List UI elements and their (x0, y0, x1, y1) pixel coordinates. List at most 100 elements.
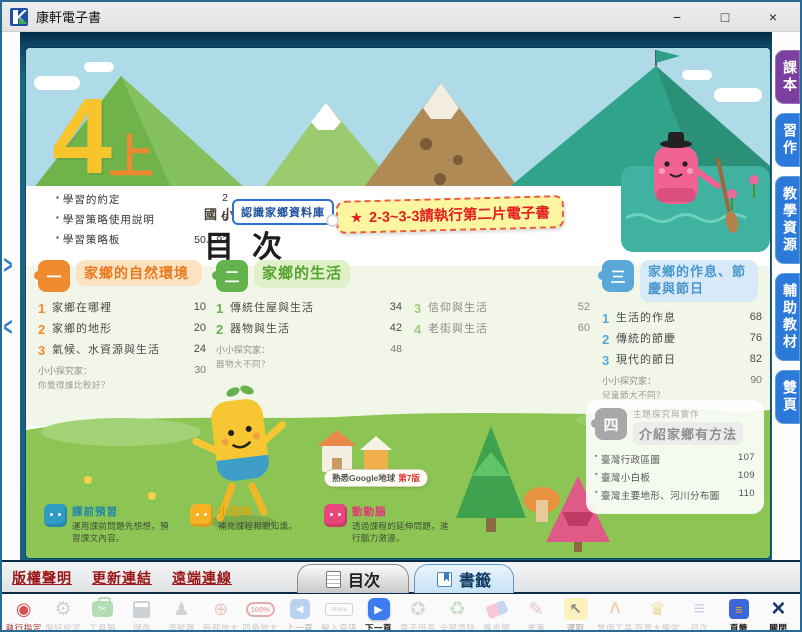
page-area: 4上 國小社會 第三冊 目次 ▪ 學習的約定 2 ▪ 學習策略使用說明 6 (20, 32, 772, 560)
footer-tab-toc[interactable]: 目次 (297, 564, 409, 593)
title-bar: 康軒電子書 − □ × (2, 2, 800, 32)
trash-icon: ♻ (449, 597, 466, 621)
explorer-entry[interactable]: 小小探究家：90 兒童節大不同？ (602, 374, 762, 401)
toolbar-brush[interactable]: ✎畫筆 (516, 595, 555, 632)
update-link[interactable]: 更新連結 (92, 568, 152, 588)
toc-entry[interactable]: 1生活的作息68 (602, 311, 762, 326)
toolbar-common-tools[interactable]: Λ常用工具 (595, 595, 634, 632)
bookmark-chip-icon (437, 572, 452, 587)
unit-4-puzzle-icon: 四 (595, 408, 627, 440)
toc-entry[interactable]: 2器物與生活42 (216, 322, 402, 337)
grade-suffix: 上 (108, 131, 154, 183)
tab-teaching-resources[interactable]: 教學資源 (775, 176, 800, 264)
grade-label: 4上 (52, 82, 154, 190)
toc-entry[interactable]: 2家鄉的地形20 (38, 322, 206, 337)
toc-entry[interactable]: 1傳統住屋與生活34 (216, 301, 402, 316)
next-page-chevron[interactable]: > (3, 251, 12, 281)
unit-1-title: 家鄉的自然環境 (76, 260, 202, 286)
toc-entry[interactable]: 3氣候、水資源與生活24 (38, 343, 206, 358)
explorer-entry[interactable]: 小小探究家：48 器物大不同？ (216, 343, 402, 370)
tab-workbook[interactable]: 習作 (775, 113, 800, 167)
unit-3-puzzle-icon: 三 (602, 260, 634, 292)
trophy-icon: ♛ (649, 597, 665, 621)
toc-entry[interactable]: ▪臺灣小白板109 (595, 470, 755, 484)
toolbar-quiz-hall[interactable]: ♛百萬大學堂 (635, 595, 680, 632)
app-window: 康軒電子書 − □ × > < (0, 0, 802, 632)
tab-auxiliary-materials[interactable]: 輔助教材 (775, 273, 800, 361)
toolbar-save[interactable]: 儲存 (122, 595, 161, 632)
toolbar-prev-page[interactable]: ◀上一頁 (280, 595, 319, 632)
menu-box-icon: menu (325, 603, 353, 616)
disc-notice-tag: ★2-3~3-3請執行第二片電子書 (336, 195, 565, 234)
toolbar-preferences[interactable]: ⚙偏好設定 (43, 595, 82, 632)
toolbar-number-picker[interactable]: ♟選號器 (162, 595, 201, 632)
close-x-icon: × (771, 597, 785, 621)
grade-number: 4 (52, 75, 112, 196)
minimize-button[interactable]: − (666, 6, 688, 28)
maximize-button[interactable]: □ (714, 6, 736, 28)
hundred-percent-icon: 100% (246, 602, 275, 617)
hometown-database-button[interactable]: 認識家鄉資料庫 (232, 199, 334, 225)
toolbar-clear-all[interactable]: ♻全部清除 (438, 595, 477, 632)
toolbar-goto-page[interactable]: menu輸入頁碼 (319, 595, 358, 632)
compass-icon: Λ (610, 597, 621, 621)
front-matter-row[interactable]: ▪ 學習的約定 2 (56, 192, 228, 207)
google-earth-badge: 熟悉Google地球第7版 (324, 469, 428, 487)
bullet-icon: ▪ (595, 471, 598, 484)
bullet-icon: ▪ (56, 213, 59, 222)
front-matter-row[interactable]: ▪ 學習策略使用說明 6 (56, 212, 228, 227)
toolbar-page-tab[interactable]: ≡頁籤 (719, 595, 758, 632)
person-icon: ♟ (173, 597, 189, 621)
toolbar-partial-zoom[interactable]: ⊕局部放大 (201, 595, 240, 632)
toc-entry[interactable]: 2傳統的節慶76 (602, 332, 762, 347)
units-section: 一 家鄉的自然環境 1家鄉在哪裡10 2家鄉的地形20 3氣候、水資源與生活24… (26, 260, 770, 410)
legend: 課前預習 運用課前問題先想想，預習課文內容。 小百科 補充課程相關知識。 (44, 504, 470, 545)
explorer-entry[interactable]: 小小探究家：30 你覺得誰比較好？ (38, 364, 206, 391)
app-logo-icon (10, 8, 28, 26)
unit-1: 一 家鄉的自然環境 1家鄉在哪裡10 2家鄉的地形20 3氣候、水資源與生活24… (38, 260, 206, 391)
toolbar-e-class-leader[interactable]: ✪電子班長 (398, 595, 437, 632)
toolbar-corner-zoom[interactable]: 100%四角放大 (241, 595, 280, 632)
list-icon: ≡ (694, 597, 706, 621)
legend-brainstorm: 動動腦 透過課程的延伸問題，進行腦力激盪。 (324, 504, 456, 545)
toc-entry[interactable]: ▪臺灣行政區圖107 (595, 452, 755, 466)
window-title: 康軒電子書 (36, 7, 101, 26)
unit-4-kicker: 主題探究與實作 (633, 408, 743, 420)
unit-1-puzzle-icon: 一 (38, 260, 70, 292)
encyclopedia-mascot-icon (190, 504, 213, 527)
preview-mascot-icon (44, 504, 67, 527)
footer-tab-bookmark[interactable]: 書籤 (414, 564, 514, 593)
toc-entry[interactable]: 4老街與生活60 (414, 322, 590, 337)
toolbar-toolbox[interactable]: ✂工具箱 (83, 595, 122, 632)
close-button[interactable]: × (762, 6, 784, 28)
remote-link[interactable]: 遠端連線 (172, 568, 232, 588)
copyright-link[interactable]: 版權聲明 (12, 568, 72, 588)
tab-textbook[interactable]: 課本 (775, 50, 800, 104)
toc-entry[interactable]: ▪臺灣主要地形、河川分布圖110 (595, 488, 755, 502)
toc-entry[interactable]: 1家鄉在哪裡10 (38, 301, 206, 316)
bullet-icon: ▪ (595, 453, 598, 466)
bottom-toolbar: ◉執行指定 ⚙偏好設定 ✂工具箱 儲存 ♟選號器 ⊕局部放大 100%四角放大 … (2, 592, 800, 632)
front-matter-row[interactable]: ▪ 學習策略板 50、92 (56, 232, 228, 247)
left-nav-strip: > < (2, 32, 20, 560)
floppy-disk-icon (133, 601, 150, 618)
prev-page-chevron[interactable]: < (3, 313, 12, 343)
book-page[interactable]: 4上 國小社會 第三冊 目次 ▪ 學習的約定 2 ▪ 學習策略使用說明 6 (26, 48, 770, 558)
brainstorm-mascot-icon (324, 504, 347, 527)
right-tab-strip: 課本 習作 教學資源 輔助教材 雙頁 (772, 32, 800, 560)
toolbar-toc[interactable]: ≡目次 (680, 595, 719, 632)
toolbar-next-page[interactable]: ▶下一頁 (359, 595, 398, 632)
unit-2: 二 家鄉的生活 1傳統住屋與生活34 2器物與生活42 小小探究家：48 (216, 260, 600, 370)
toolbar-eraser[interactable]: 橡皮擦 (477, 595, 516, 632)
toc-entry[interactable]: 3現代的節日82 (602, 353, 762, 368)
graduation-cap-icon: ✪ (410, 597, 425, 621)
prev-arrow-icon: ◀ (290, 599, 310, 619)
toolbar-assign[interactable]: ◉執行指定 (4, 595, 43, 632)
toolbox-icon: ✂ (92, 601, 113, 617)
toc-entry[interactable]: 3信仰與生活52 (414, 301, 590, 316)
toolbar-close[interactable]: ×關閉 (759, 595, 798, 632)
toolbar-select[interactable]: ↖選取 (556, 595, 595, 632)
legend-preview: 課前預習 運用課前問題先想想，預習課文內容。 (44, 504, 176, 545)
dart-icon: ◉ (16, 597, 32, 621)
tab-double-page[interactable]: 雙頁 (775, 370, 800, 424)
